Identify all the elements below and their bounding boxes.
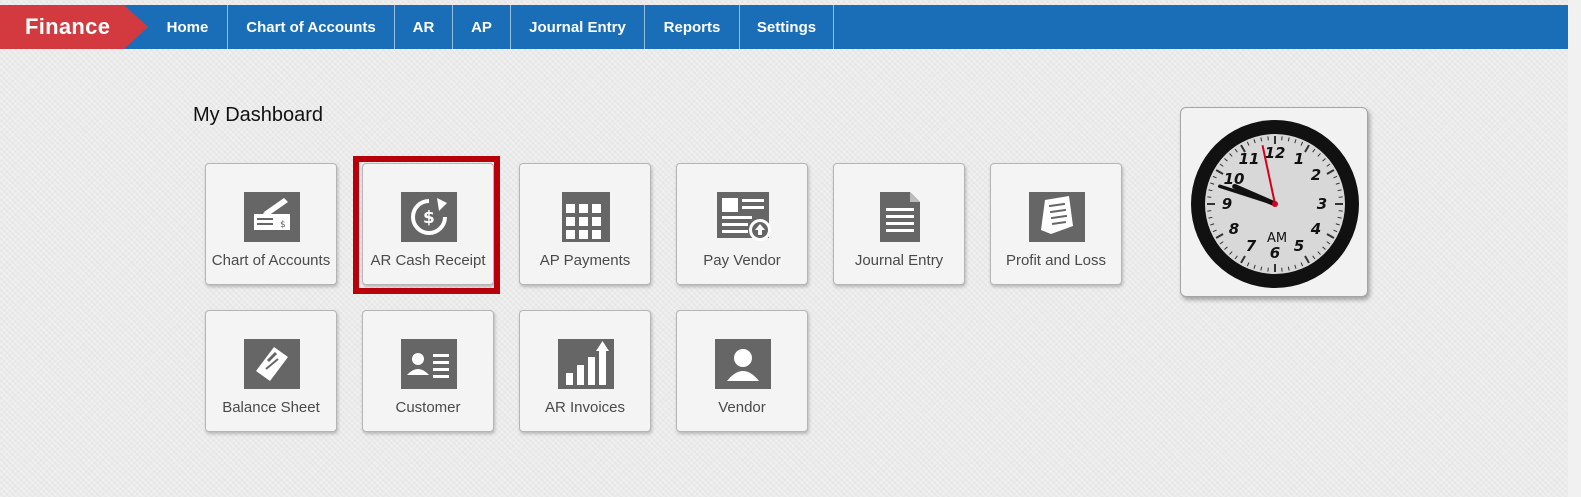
balance-sheet-icon xyxy=(244,339,300,389)
calendar-grid-icon xyxy=(562,192,610,242)
pay-vendor-icon xyxy=(717,192,771,241)
tile-label: Pay Vendor xyxy=(703,252,781,269)
analog-clock: 12 1 2 3 4 5 6 7 8 9 10 11 AM xyxy=(1191,120,1359,288)
tile-chart-of-accounts[interactable]: $ Chart of Accounts xyxy=(205,163,337,285)
brand-logo[interactable]: Finance xyxy=(0,5,148,49)
receipt-icon xyxy=(1029,192,1085,242)
tile-label: AR Invoices xyxy=(544,399,626,416)
tile-label: AR Cash Receipt xyxy=(370,252,486,269)
tile-customer[interactable]: Customer xyxy=(362,310,494,432)
svg-text:$: $ xyxy=(280,220,286,230)
clock-numeral: 9 xyxy=(1222,195,1232,213)
clock-numeral: 1 xyxy=(1294,150,1304,168)
clock-numeral: 8 xyxy=(1229,220,1239,238)
clock-numeral: 4 xyxy=(1310,220,1321,238)
nav-ap[interactable]: AP xyxy=(453,5,511,49)
tile-label: AP Payments xyxy=(539,252,631,269)
tile-journal-entry[interactable]: Journal Entry xyxy=(833,163,965,285)
user-icon xyxy=(715,339,771,389)
clock-numeral: 2 xyxy=(1311,166,1321,184)
svg-text:$: $ xyxy=(423,208,435,228)
nav-home[interactable]: Home xyxy=(148,5,228,49)
check-writing-icon: $ xyxy=(244,192,300,242)
clock-center-pin xyxy=(1272,201,1278,207)
tile-label: Balance Sheet xyxy=(222,399,320,416)
tile-label: Vendor xyxy=(718,399,766,416)
tile-profit-and-loss[interactable]: Profit and Loss xyxy=(990,163,1122,285)
tile-ap-payments[interactable]: AP Payments xyxy=(519,163,651,285)
page-title: My Dashboard xyxy=(193,104,324,126)
top-navbar: Finance Home Chart of Accounts AR AP Jou… xyxy=(0,5,1568,49)
clock-widget: 12 1 2 3 4 5 6 7 8 9 10 11 AM xyxy=(1180,107,1368,297)
cash-receipt-icon: $ xyxy=(401,192,457,242)
tile-ar-cash-receipt[interactable]: $ AR Cash Receipt xyxy=(362,163,494,285)
tile-ar-invoices[interactable]: AR Invoices xyxy=(519,310,651,432)
clock-meridiem: AM xyxy=(1267,231,1287,246)
tile-label: Customer xyxy=(395,399,461,416)
clock-numeral: 12 xyxy=(1265,144,1286,162)
nav-reports[interactable]: Reports xyxy=(645,5,740,49)
nav-ar[interactable]: AR xyxy=(395,5,453,49)
clock-numeral: 5 xyxy=(1294,237,1304,255)
nav-settings[interactable]: Settings xyxy=(740,5,834,49)
clock-numeral: 7 xyxy=(1246,237,1257,255)
nav-journal-entry[interactable]: Journal Entry xyxy=(511,5,645,49)
bar-chart-icon xyxy=(558,339,614,389)
contact-card-icon xyxy=(401,339,457,389)
clock-numeral: 11 xyxy=(1239,150,1260,168)
tile-pay-vendor[interactable]: Pay Vendor xyxy=(676,163,808,285)
document-icon xyxy=(880,192,920,242)
tile-vendor[interactable]: Vendor xyxy=(676,310,808,432)
tile-label: Profit and Loss xyxy=(1005,252,1107,269)
tile-label: Chart of Accounts xyxy=(211,252,331,269)
clock-numeral: 3 xyxy=(1317,195,1327,213)
main-nav: Home Chart of Accounts AR AP Journal Ent… xyxy=(148,5,834,49)
vertical-scrollbar[interactable] xyxy=(1568,0,1581,497)
tile-label: Journal Entry xyxy=(854,252,944,269)
nav-chart-of-accounts[interactable]: Chart of Accounts xyxy=(228,5,395,49)
clock-numeral: 6 xyxy=(1270,244,1280,262)
tile-balance-sheet[interactable]: Balance Sheet xyxy=(205,310,337,432)
